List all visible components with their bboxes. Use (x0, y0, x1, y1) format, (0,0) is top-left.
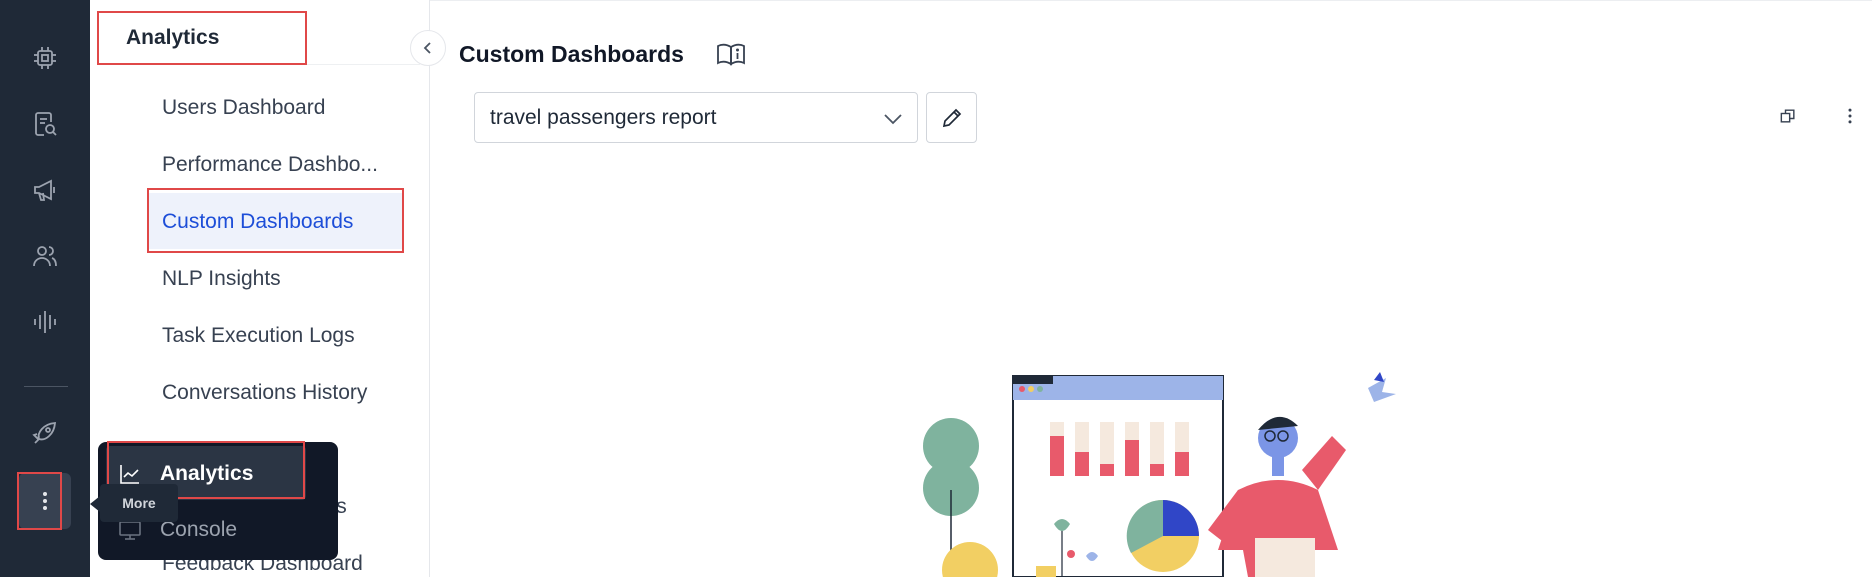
page-title: Custom Dashboards (459, 41, 684, 67)
waveform-icon[interactable] (25, 302, 65, 342)
nav-item-nlp-insights[interactable]: NLP Insights (162, 267, 281, 291)
dashboard-select[interactable]: travel passengers report (474, 92, 918, 143)
chevron-down-icon (884, 114, 902, 125)
rocket-icon[interactable] (25, 413, 65, 453)
pencil-icon (942, 108, 961, 127)
dashboard-select-value: travel passengers report (490, 106, 717, 129)
more-button[interactable] (19, 473, 71, 529)
document-search-icon[interactable] (25, 104, 65, 144)
more-tooltip: More (100, 484, 178, 522)
edit-dashboard-button[interactable] (926, 92, 977, 143)
nav-divider (100, 64, 420, 65)
nav-item-task-execution-logs[interactable]: Task Execution Logs (162, 324, 355, 348)
book-info-icon[interactable] (716, 42, 746, 66)
nav-item-performance-dashboard[interactable]: Performance Dashbo... (162, 153, 378, 177)
nav-item-users-dashboard[interactable]: Users Dashboard (162, 96, 325, 120)
rail-divider (24, 386, 68, 387)
nav-item-custom-dashboards[interactable]: Custom Dashboards (162, 210, 353, 234)
empty-state-illustration (923, 372, 1396, 577)
popup-item-analytics-label: Analytics (160, 462, 254, 485)
chart-line-icon (120, 465, 139, 484)
nav-item-conversations-history[interactable]: Conversations History (162, 381, 367, 405)
icon-rail (0, 0, 90, 577)
megaphone-icon[interactable] (25, 170, 65, 210)
vertical-dots-icon (43, 492, 47, 510)
users-icon[interactable] (25, 236, 65, 276)
more-vertical-icon[interactable] (1838, 104, 1862, 128)
chip-icon[interactable] (25, 38, 65, 78)
nav-header: Analytics (126, 26, 220, 49)
restore-window-icon[interactable] (1776, 104, 1800, 128)
tooltip-arrow (90, 496, 100, 512)
